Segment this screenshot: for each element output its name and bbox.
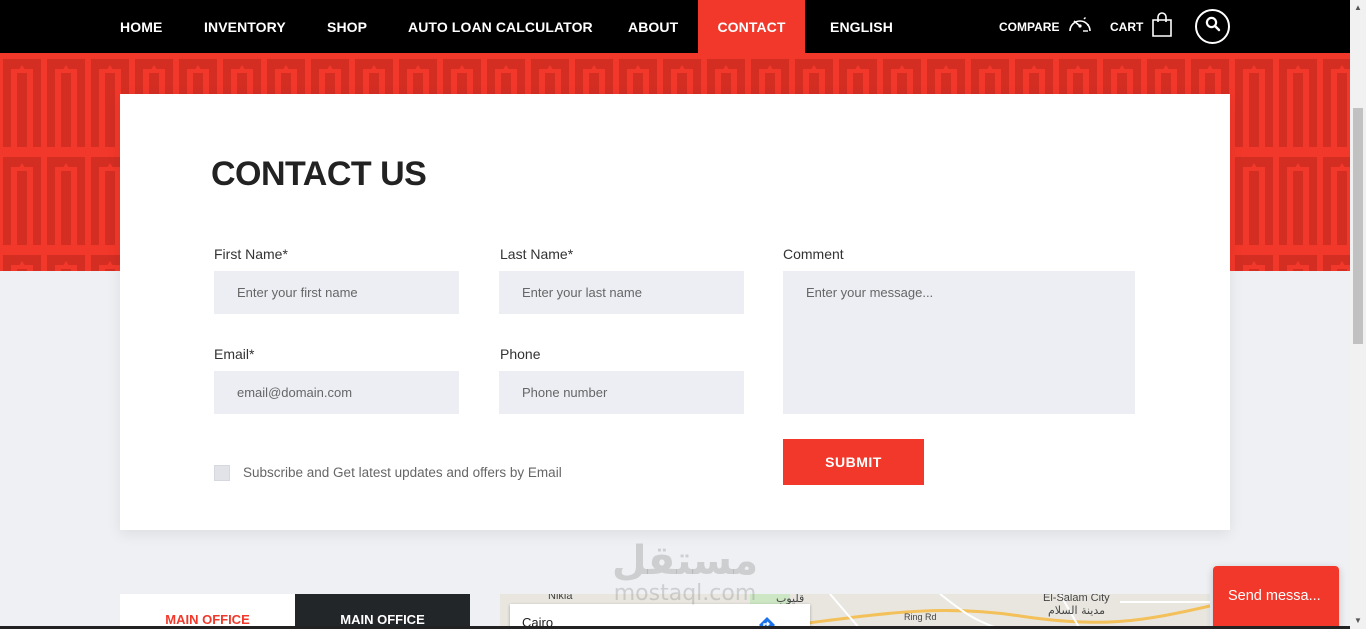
tab-main-office-2[interactable]: MAIN OFFICE [295, 594, 470, 629]
cart-link[interactable]: CART [1110, 0, 1173, 53]
vertical-scrollbar[interactable]: ▲ ▼ [1350, 0, 1366, 629]
cart-label: CART [1110, 19, 1144, 34]
map-label-ring-road: Ring Rd [904, 612, 937, 622]
scroll-thumb[interactable] [1353, 108, 1363, 344]
scroll-up-arrow-icon[interactable]: ▲ [1350, 0, 1366, 16]
nav-home[interactable]: HOME [120, 0, 162, 53]
email-input[interactable] [214, 371, 459, 414]
nav-about[interactable]: ABOUT [628, 0, 678, 53]
office-map[interactable]: Nikla قليوب El-Salam City مدينة السلام R… [500, 594, 1210, 629]
tab-main-office-1[interactable]: MAIN OFFICE [120, 594, 295, 629]
submit-button[interactable]: SUBMIT [783, 439, 924, 485]
last-name-input[interactable] [499, 271, 744, 314]
last-name-label: Last Name* [500, 246, 574, 262]
nav-contact[interactable]: CONTACT [698, 0, 805, 53]
map-label-nikla: Nikla [548, 594, 573, 602]
nav-shop[interactable]: SHOP [327, 0, 367, 53]
compare-link[interactable]: COMPARE [999, 0, 1093, 53]
search-icon [1205, 16, 1221, 37]
search-button[interactable] [1195, 9, 1230, 44]
page-title: CONTACT US [211, 155, 427, 193]
shopping-bag-icon [1151, 12, 1173, 41]
speedometer-icon [1067, 13, 1093, 40]
phone-label: Phone [500, 346, 541, 362]
first-name-label: First Name* [214, 246, 288, 262]
send-message-chat-button[interactable]: Send messa... [1213, 566, 1339, 629]
comment-label: Comment [783, 246, 844, 262]
subscribe-label: Subscribe and Get latest updates and off… [243, 465, 562, 480]
email-label: Email* [214, 346, 255, 362]
top-navigation: HOME INVENTORY SHOP AUTO LOAN CALCULATOR… [0, 0, 1350, 53]
nav-language-english[interactable]: ENGLISH [830, 0, 893, 53]
phone-input[interactable] [499, 371, 744, 414]
watermark-arabic: مستقل [611, 538, 759, 584]
nav-auto-loan-calculator[interactable]: AUTO LOAN CALCULATOR [408, 0, 593, 53]
contact-form-card: CONTACT US First Name* Last Name* Commen… [120, 94, 1230, 530]
nav-inventory[interactable]: INVENTORY [204, 0, 286, 53]
map-label-el-salam-city: El-Salam City [1043, 594, 1110, 604]
scroll-down-arrow-icon[interactable]: ▼ [1350, 613, 1366, 629]
first-name-input[interactable] [214, 271, 459, 314]
map-label-el-salam-arabic: مدينة السلام [1048, 604, 1106, 617]
subscribe-checkbox[interactable] [214, 465, 230, 481]
compare-label: COMPARE [999, 19, 1060, 34]
comment-textarea[interactable] [783, 271, 1135, 414]
